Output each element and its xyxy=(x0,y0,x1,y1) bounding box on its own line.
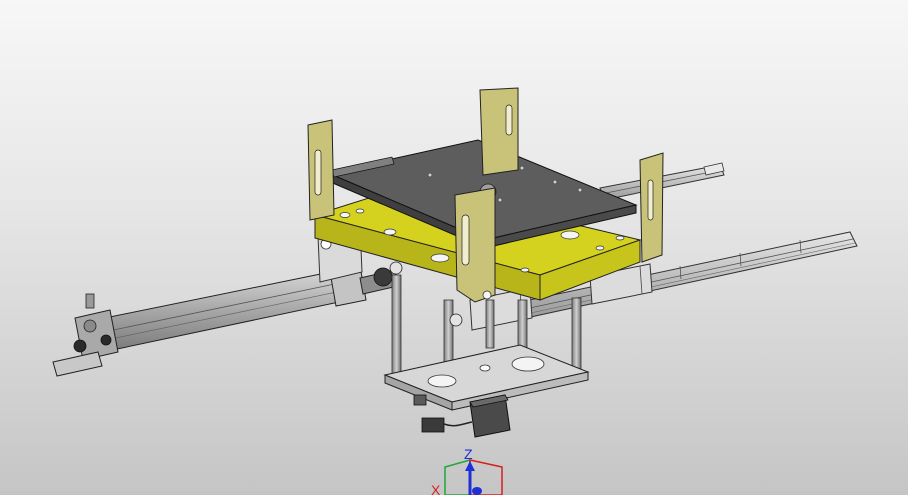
z-axis-arrowhead xyxy=(465,461,475,471)
cad-assembly-model[interactable] xyxy=(0,0,908,495)
3d-viewport[interactable]: Z X xyxy=(0,0,908,495)
z-axis-label: Z xyxy=(464,446,473,462)
pneumatic-cylinder xyxy=(52,265,399,377)
x-axis-label: X xyxy=(431,482,441,495)
origin-marker xyxy=(472,487,482,495)
xz-plane-indicator xyxy=(444,459,471,495)
axis-triad: Z X xyxy=(431,446,503,495)
